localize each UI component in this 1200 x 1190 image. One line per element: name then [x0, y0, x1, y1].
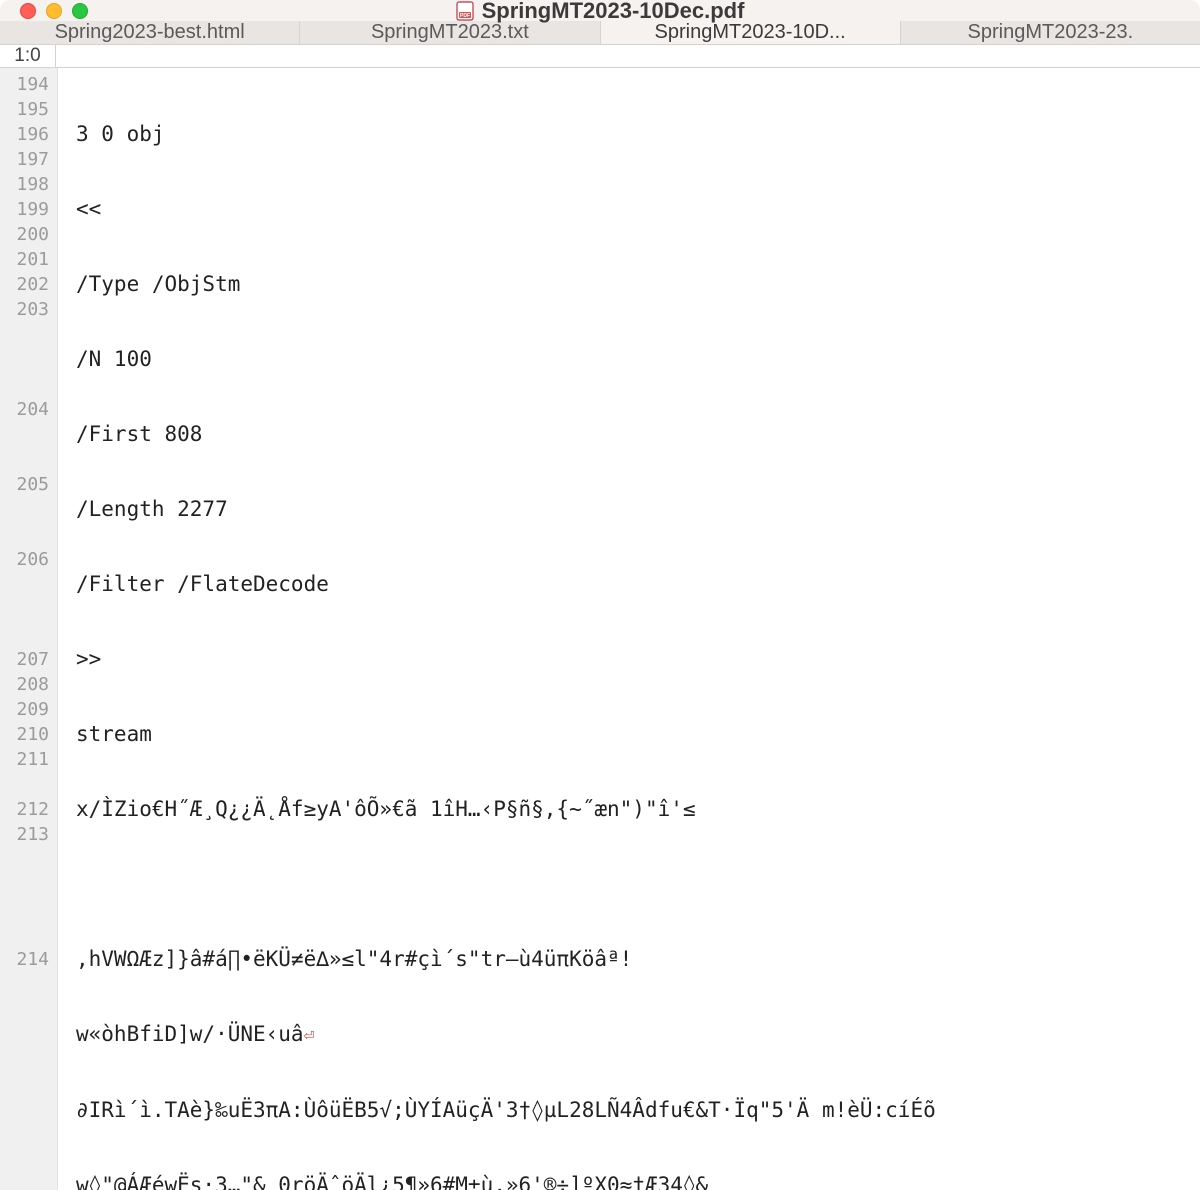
svg-text:PDF: PDF: [460, 12, 470, 18]
line-number: [0, 922, 57, 947]
line-number: [0, 772, 57, 797]
code-line: w«òhBfiD]w/·ÜNE‹uâ⏎: [76, 1022, 1200, 1048]
close-icon[interactable]: [20, 3, 36, 19]
line-number: 214: [0, 947, 57, 972]
line-number: [0, 897, 57, 922]
tab-springmt2023-23[interactable]: SpringMT2023-23.: [901, 21, 1200, 44]
code-line: /Length 2277: [76, 497, 1200, 522]
line-number: [0, 597, 57, 622]
line-number: 202: [0, 272, 57, 297]
line-number: [0, 372, 57, 397]
line-number: 201: [0, 247, 57, 272]
line-number-gutter: 194 195 196 197 198 199 200 201 202 203 …: [0, 68, 58, 1190]
line-number: [0, 447, 57, 472]
line-number: [0, 497, 57, 522]
code-content[interactable]: 3 0 obj << /Type /ObjStm /N 100 /First 8…: [58, 68, 1200, 1190]
status-bar: 1:0: [0, 45, 1200, 68]
line-number: [0, 872, 57, 897]
line-number: 197: [0, 147, 57, 172]
code-line: [76, 872, 1200, 897]
window-title-text: SpringMT2023-10Dec.pdf: [482, 0, 745, 24]
editor-area[interactable]: 194 195 196 197 198 199 200 201 202 203 …: [0, 68, 1200, 1190]
line-number: 213: [0, 822, 57, 847]
line-number: [0, 972, 57, 997]
tab-springmt2023-10dec[interactable]: SpringMT2023-10D...: [601, 21, 901, 44]
tabbar: Spring2023-best.html SpringMT2023.txt Sp…: [0, 21, 1200, 45]
line-number: 212: [0, 797, 57, 822]
line-number: [0, 347, 57, 372]
line-number: 203: [0, 297, 57, 322]
line-number: 206: [0, 547, 57, 572]
code-line: /Filter /FlateDecode: [76, 572, 1200, 597]
code-line: stream: [76, 722, 1200, 747]
cursor-position: 1:0: [0, 45, 56, 67]
tab-springmt2023-txt[interactable]: SpringMT2023.txt: [300, 21, 600, 44]
status-spacer: [56, 45, 1200, 67]
code-line: ,hVWΩÆz]}â#á∏•ëKÜ≠ë∆»≤l"4r#çì´s"tr–ù4üπK…: [76, 947, 1200, 972]
line-number: [0, 847, 57, 872]
line-number: [0, 422, 57, 447]
line-number: 198: [0, 172, 57, 197]
line-number: 205: [0, 472, 57, 497]
wrap-marker-icon: ⏎: [304, 1025, 315, 1046]
code-line: /N 100: [76, 347, 1200, 372]
code-line: 3 0 obj: [76, 122, 1200, 147]
line-number: 200: [0, 222, 57, 247]
zoom-icon[interactable]: [72, 3, 88, 19]
editor-window: PDF SpringMT2023-10Dec.pdf Spring2023-be…: [0, 0, 1200, 1190]
code-text: w«òhBfiD]w/·ÜNE‹uâ: [76, 1022, 304, 1046]
line-number: [0, 622, 57, 647]
line-number: 209: [0, 697, 57, 722]
code-line: >>: [76, 647, 1200, 672]
line-number: 195: [0, 97, 57, 122]
code-line: <<: [76, 197, 1200, 222]
titlebar: PDF SpringMT2023-10Dec.pdf: [0, 0, 1200, 21]
line-number: 204: [0, 397, 57, 422]
tab-spring2023-best[interactable]: Spring2023-best.html: [0, 21, 300, 44]
pdf-file-icon: PDF: [456, 1, 474, 21]
code-line: w◊"@ÁÆéwËs·3…"& 0röÄˆöÄl¿5¶»6#M±ù,»6'®÷]…: [76, 1173, 1200, 1190]
traffic-lights: [0, 3, 88, 19]
line-number: [0, 522, 57, 547]
line-number: 199: [0, 197, 57, 222]
line-number: 194: [0, 72, 57, 97]
minimize-icon[interactable]: [46, 3, 62, 19]
code-line: ∂IRì´ì.TAè}‰uË3πA:ÙôüËB5√;ÙYÍAüçÄ'3†◊µL2…: [76, 1098, 1200, 1123]
code-line: /First 808: [76, 422, 1200, 447]
line-number: 208: [0, 672, 57, 697]
line-number: 210: [0, 722, 57, 747]
line-number: 196: [0, 122, 57, 147]
code-line: /Type /ObjStm: [76, 272, 1200, 297]
line-number: [0, 572, 57, 597]
line-number: 207: [0, 647, 57, 672]
line-number: 211: [0, 747, 57, 772]
window-title: PDF SpringMT2023-10Dec.pdf: [0, 0, 1200, 24]
code-line: x/ÌZio€H˝Æ¸Q¿¿Ä˛Åf≥yA'ôÕ»€ã 1îH…‹P§ñ§,{~…: [76, 797, 1200, 822]
line-number: [0, 322, 57, 347]
